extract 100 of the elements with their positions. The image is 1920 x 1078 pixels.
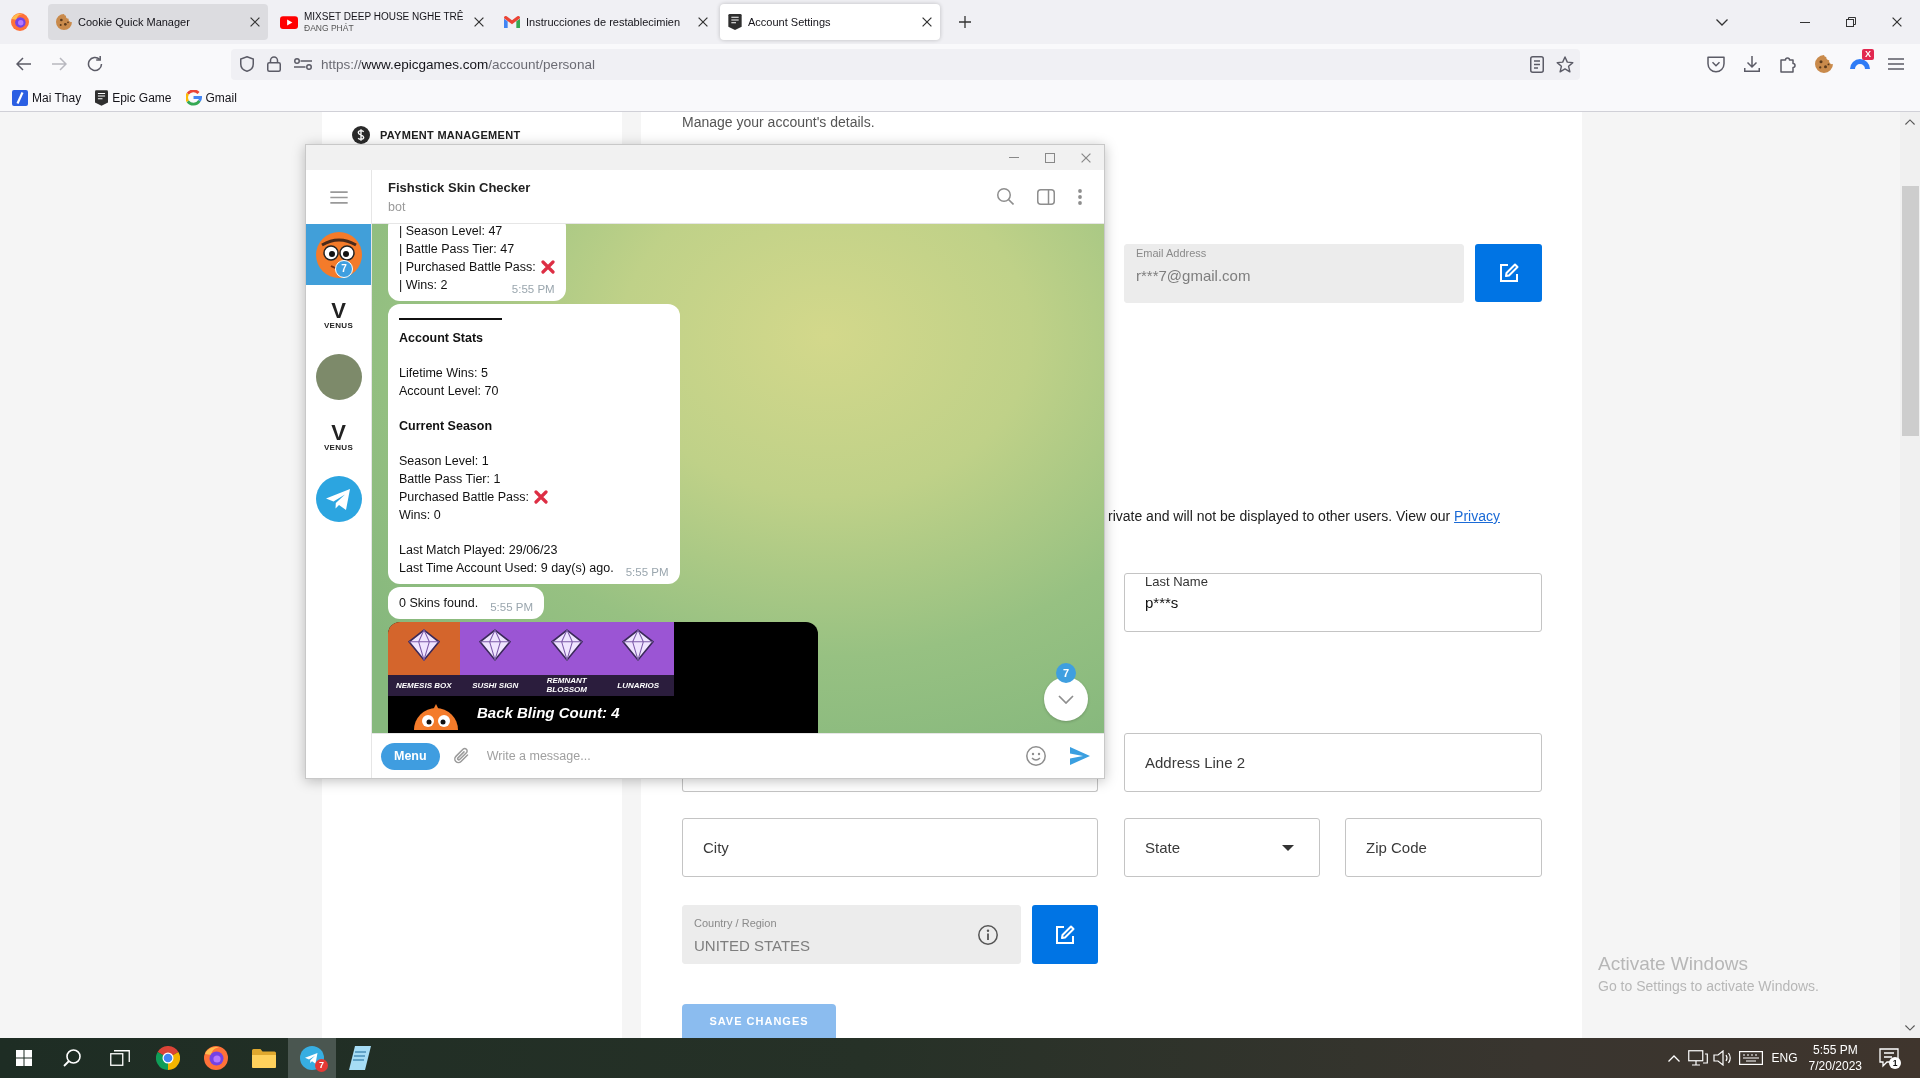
restore-icon[interactable] (1846, 17, 1856, 27)
chevron-up-icon[interactable] (1905, 119, 1915, 125)
activation-title: Activate Windows (1598, 953, 1748, 975)
sidebar-item[interactable]: PAYMENT MANAGEMENT (352, 126, 622, 144)
close-icon[interactable] (922, 17, 932, 27)
edit-button[interactable] (1475, 244, 1542, 302)
edit-icon (1498, 263, 1519, 283)
minimize-icon[interactable] (1800, 21, 1810, 23)
epic-logo-icon (95, 89, 109, 106)
message-time: 5:55 PM (624, 564, 669, 580)
close-icon[interactable] (250, 17, 260, 27)
pocket-icon[interactable] (1707, 55, 1725, 73)
side-panel-icon[interactable] (1037, 188, 1055, 205)
shield-icon[interactable] (240, 56, 254, 72)
task-view-icon[interactable] (110, 1050, 130, 1066)
paper-plane-icon (315, 475, 362, 522)
notepad-icon[interactable] (349, 1046, 371, 1070)
address-line-field[interactable]: Address Line 2 (1124, 733, 1542, 792)
star-icon[interactable] (1556, 55, 1574, 73)
scroll-down-button[interactable] (1044, 677, 1088, 721)
menu-icon[interactable] (1888, 58, 1904, 70)
bookmark-item[interactable]: Epic Game (91, 89, 176, 106)
close-icon[interactable] (474, 17, 484, 27)
intro-text: Manage your account's details. (682, 114, 875, 130)
send-icon[interactable] (1070, 747, 1090, 765)
chat-list-item[interactable]: V VENUS (306, 407, 371, 468)
item-label: SUSHI SIGN (459, 674, 531, 696)
arch-icon[interactable] (1850, 59, 1870, 69)
chevron-down-icon[interactable] (1905, 1025, 1915, 1031)
back-arrow-icon[interactable] (15, 57, 31, 71)
message-time: 5:55 PM (510, 282, 555, 297)
notification-icon[interactable] (1879, 1048, 1899, 1068)
message-text: | Season Level: 47 (399, 224, 503, 240)
message-time: 5:55 PM (489, 599, 534, 615)
puzzle-icon[interactable] (1780, 55, 1796, 73)
cookie-icon[interactable] (1815, 55, 1833, 73)
gem-icon (407, 628, 440, 661)
gem-icon (479, 628, 512, 661)
mail-icon (504, 16, 520, 28)
bookmark-item[interactable]: Mai Thay (8, 89, 86, 106)
search-icon[interactable] (63, 1049, 81, 1067)
language-indicator[interactable]: ENG (1771, 1051, 1798, 1065)
permissions-icon[interactable] (294, 58, 312, 70)
network-icon[interactable] (1687, 1050, 1708, 1066)
item-label: LUNARIOS (602, 674, 674, 696)
more-options-icon[interactable] (1078, 188, 1082, 205)
paperclip-icon[interactable] (453, 747, 470, 765)
chevron-down-icon[interactable] (1716, 18, 1728, 26)
maximize-icon[interactable] (1045, 152, 1055, 163)
reload-icon[interactable] (87, 56, 103, 72)
zip-code-field[interactable]: Zip Code (1345, 818, 1542, 877)
download-icon[interactable] (1744, 56, 1760, 72)
message-text: Last Match Played: 29/06/23 (399, 541, 558, 559)
item-label: NEMESIS BOX (388, 674, 460, 696)
address-bar[interactable]: https://www.epicgames.com/account/personal (231, 48, 1580, 80)
bookmark-item[interactable]: Gmail (181, 89, 241, 106)
lock-icon[interactable] (267, 56, 281, 72)
edit-icon (1055, 924, 1075, 945)
menu-icon[interactable] (329, 190, 348, 204)
play-icon (280, 15, 298, 29)
clock-time[interactable]: 5:55 PM (1812, 1042, 1858, 1058)
image-caption: Back Bling Count: 4 (477, 704, 620, 721)
start-icon[interactable] (16, 1050, 32, 1066)
item-label: REMNANT BLOSSOM (531, 674, 603, 696)
folder-icon[interactable] (252, 1048, 276, 1068)
extension-badge: X (1862, 49, 1874, 60)
close-icon[interactable] (698, 17, 708, 27)
fish-icon (414, 703, 458, 730)
close-icon[interactable] (1892, 17, 1902, 27)
url-text[interactable]: https://www.epicgames.com/account/personal (321, 56, 595, 72)
browser-tab[interactable]: Cookie Quick Manager (48, 4, 268, 40)
keyboard-icon[interactable] (1738, 1051, 1763, 1065)
gem-icon (622, 628, 655, 661)
firefox-icon[interactable] (11, 13, 29, 31)
plus-icon[interactable] (959, 16, 971, 28)
browser-tab[interactable]: Account Settings (720, 4, 940, 40)
message-text: 0 Skins found. (399, 594, 479, 612)
chrome-icon[interactable] (156, 1046, 180, 1070)
clock-date[interactable]: 7/20/2023 (1808, 1058, 1862, 1074)
epic-logo-icon (728, 14, 742, 30)
browser-tab[interactable]: Instrucciones de restablecimien (496, 4, 716, 40)
privacy-link[interactable]: Privacy (1454, 508, 1500, 524)
chat-list-item[interactable]: V VENUS (306, 285, 371, 346)
city-field[interactable]: City (682, 818, 1098, 877)
emoji-icon[interactable] (1026, 746, 1046, 766)
g-logo-icon (185, 89, 202, 106)
taskbar-button[interactable]: 7 (288, 1038, 336, 1078)
state-dropdown[interactable]: State (1124, 818, 1320, 877)
scrollbar[interactable] (1900, 112, 1920, 1038)
chat-title: Fishstick Skin Checker (388, 179, 531, 195)
message-heading: Account Stats (399, 329, 484, 347)
reader-view-icon[interactable] (1530, 55, 1544, 73)
firefox-icon[interactable] (204, 1046, 228, 1070)
message-input[interactable]: Write a message... (486, 749, 1016, 763)
cookie-icon (56, 14, 72, 30)
speaker-icon[interactable] (1712, 1050, 1733, 1066)
last-name-field[interactable]: Last Name p***s (1124, 573, 1542, 632)
edit-button[interactable] (1032, 905, 1098, 964)
scrollbar-thumb[interactable] (1901, 186, 1919, 436)
browser-tab[interactable]: MIXSET DEEP HOUSE NGHE TRÊ ĐANG PHÁT (272, 4, 492, 40)
